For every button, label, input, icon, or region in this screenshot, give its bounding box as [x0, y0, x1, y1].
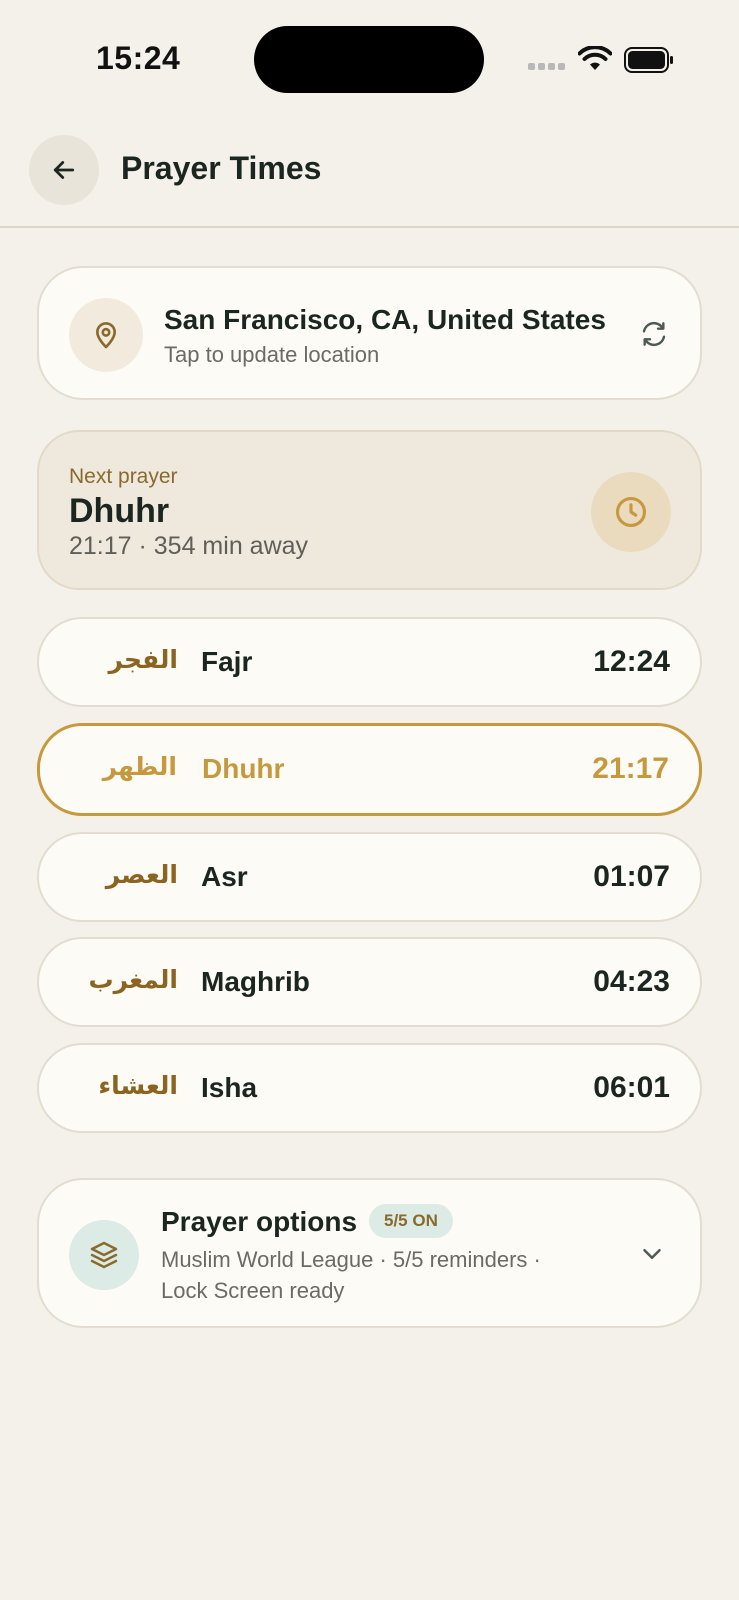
prayer-name: Fajr [201, 646, 253, 677]
options-icon-badge [69, 1220, 139, 1290]
dynamic-island [254, 26, 484, 93]
expand-options-button[interactable] [636, 1238, 668, 1270]
prayer-row-dhuhr[interactable]: الظهر Dhuhr 21:17 [37, 723, 702, 816]
map-pin-icon [96, 322, 116, 349]
prayer-arabic-name: الفجر [108, 645, 178, 674]
prayer-arabic-name: المغرب [88, 965, 178, 994]
prayer-time: 12:24 [593, 645, 670, 678]
wifi-icon [577, 45, 613, 72]
prayer-arabic-name: العصر [105, 860, 178, 889]
prayer-time: 04:23 [593, 965, 670, 998]
location-hint: Tap to update location [164, 342, 380, 367]
chevron-down-icon [643, 1249, 661, 1259]
back-button[interactable] [29, 135, 99, 205]
status-bar: 15:24 [0, 0, 739, 120]
prayer-name: Asr [201, 861, 248, 892]
prayer-name: Isha [201, 1072, 258, 1103]
clock-icon [615, 496, 647, 528]
prayer-row-isha[interactable]: العشاء Isha 06:01 [37, 1043, 702, 1133]
next-prayer-detail: 21:17 · 354 min away [69, 532, 309, 560]
location-name: San Francisco, CA, United States [164, 304, 606, 335]
status-badge: 5/5 ON [369, 1204, 453, 1238]
prayer-time: 06:01 [593, 1071, 670, 1104]
next-prayer-name: Dhuhr [69, 492, 170, 530]
next-prayer-card: Next prayer Dhuhr 21:17 · 354 min away [37, 430, 702, 590]
layers-icon [90, 1241, 118, 1269]
prayer-time: 01:07 [593, 860, 670, 893]
location-icon-badge [69, 298, 143, 372]
prayer-row-asr[interactable]: العصر Asr 01:07 [37, 832, 702, 922]
prayer-row-fajr[interactable]: الفجر Fajr 12:24 [37, 617, 702, 707]
prayer-arabic-name: العشاء [98, 1071, 178, 1100]
options-title: Prayer options [161, 1206, 358, 1237]
battery-icon [624, 47, 674, 73]
page-title: Prayer Times [121, 150, 322, 186]
status-time: 15:24 [96, 40, 181, 76]
clock-icon-badge [591, 472, 671, 552]
cellular-signal-icon [528, 63, 568, 73]
refresh-location-button[interactable] [634, 314, 674, 354]
arrow-left-icon [53, 161, 75, 179]
options-summary: Muslim World League · 5/5 reminders · Lo… [161, 1247, 541, 1303]
location-card[interactable]: San Francisco, CA, United States Tap to … [37, 266, 702, 400]
prayer-row-maghrib[interactable]: المغرب Maghrib 04:23 [37, 937, 702, 1027]
prayer-time: 21:17 [592, 752, 669, 785]
prayer-name: Dhuhr [202, 753, 285, 784]
header: Prayer Times [0, 134, 739, 228]
prayer-name: Maghrib [201, 966, 310, 997]
prayer-options-card[interactable]: Prayer options 5/5 ON Muslim World Leagu… [37, 1178, 702, 1328]
prayer-arabic-name: الظهر [102, 752, 177, 781]
refresh-icon [642, 321, 666, 347]
next-prayer-label: Next prayer [69, 465, 178, 488]
